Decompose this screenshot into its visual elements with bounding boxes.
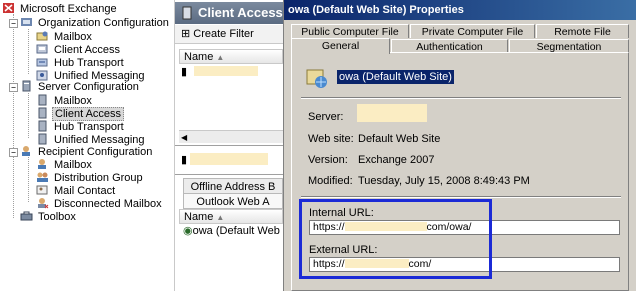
tree-server-mailbox[interactable]: Mailbox <box>36 94 94 108</box>
recipient-icon <box>20 145 33 157</box>
redacted-server-name <box>190 153 269 165</box>
hub-transport-icon <box>36 56 49 68</box>
tab-remote-file-servers[interactable]: Remote File Servers <box>536 24 629 52</box>
redacted-server-name <box>194 66 259 76</box>
sort-ascending-icon: ▲ <box>216 53 225 62</box>
web-site-globe-icon <box>306 67 328 92</box>
mailbox-icon <box>36 30 49 42</box>
virtual-directory-name: owa (Default Web Site) <box>337 70 454 84</box>
tab-public-computer-file-access[interactable]: Public Computer File Access <box>291 24 409 52</box>
mailbox-icon <box>36 158 49 170</box>
horizontal-scrollbar[interactable]: ◀ <box>179 130 283 143</box>
server-icon: ▮ <box>181 154 188 166</box>
divider <box>175 174 283 175</box>
toolbox-icon <box>20 210 33 222</box>
collapse-toggle[interactable]: − <box>9 148 18 157</box>
console-tree: Microsoft Exchange − Organization Config… <box>0 0 175 291</box>
tree-org-mailbox[interactable]: Mailbox <box>36 30 94 44</box>
modified-label: Modified: <box>308 175 353 187</box>
tab-outlook-web-access[interactable]: Outlook Web A <box>183 193 283 209</box>
sort-ascending-icon: ▲ <box>216 213 225 222</box>
separator <box>301 97 621 99</box>
disconnected-mailbox-icon <box>36 197 49 209</box>
collapse-toggle[interactable]: − <box>9 83 18 92</box>
tree-connector <box>28 29 29 74</box>
name-column-header[interactable]: Name ▲ <box>179 49 283 64</box>
separator <box>301 196 621 198</box>
unified-messaging-icon <box>36 133 49 145</box>
modified-value: Tuesday, July 15, 2008 8:49:43 PM <box>358 175 530 187</box>
tree-org-config[interactable]: Organization Configuration <box>20 16 171 30</box>
mailbox-icon <box>36 94 49 106</box>
result-pane-header: Client Access <box>175 2 283 24</box>
group-icon <box>36 171 49 183</box>
tree-server-client-access[interactable]: Client Access <box>36 107 125 121</box>
tree-connector <box>28 157 29 202</box>
web-site-value: Default Web Site <box>358 133 441 145</box>
url-highlight-box <box>299 199 492 279</box>
version-label: Version: <box>308 154 348 166</box>
web-site-icon: ◉ <box>183 225 193 237</box>
contact-icon <box>36 184 49 196</box>
tree-org-client-access[interactable]: Client Access <box>36 43 122 57</box>
tree-server-hub-transport[interactable]: Hub Transport <box>36 120 126 134</box>
tab-authentication[interactable]: Authentication <box>391 39 508 53</box>
selected-server-bar: ▮ <box>181 153 281 169</box>
server-icon: ▮ <box>181 66 188 78</box>
server-icon <box>20 80 33 92</box>
client-access-icon <box>36 43 49 55</box>
web-site-label: Web site: <box>308 133 354 145</box>
tree-recipient-distribution-group[interactable]: Distribution Group <box>36 171 145 185</box>
result-toolbar: ⊞ Create Filter <box>175 25 283 44</box>
dialog-title-bar[interactable]: owa (Default Web Site) Properties <box>284 0 636 20</box>
tree-connector <box>13 14 14 218</box>
filter-icon: ⊞ <box>181 28 191 40</box>
tab-segmentation[interactable]: Segmentation <box>509 39 629 53</box>
tab-general[interactable]: General <box>291 38 390 54</box>
version-value: Exchange 2007 <box>358 154 435 166</box>
tab-private-computer-file-access[interactable]: Private Computer File Access <box>410 24 535 52</box>
hub-transport-icon <box>36 120 49 132</box>
organization-icon <box>20 16 33 28</box>
scroll-left-icon: ◀ <box>181 133 188 142</box>
server-list-row[interactable]: ▮ <box>181 65 281 79</box>
tree-recipient-mail-contact[interactable]: Mail Contact <box>36 184 117 198</box>
exchange-icon <box>2 2 15 14</box>
tree-recipient-mailbox[interactable]: Mailbox <box>36 158 94 172</box>
create-filter-button[interactable]: Create Filter <box>193 28 254 40</box>
tree-toolbox[interactable]: Toolbox <box>20 210 78 224</box>
tree-connector <box>28 93 29 138</box>
tree-org-hub-transport[interactable]: Hub Transport <box>36 56 126 70</box>
name-column-header[interactable]: Name ▲ <box>179 209 283 224</box>
collapse-toggle[interactable]: − <box>9 19 18 28</box>
server-label: Server: <box>308 111 344 123</box>
server-icon <box>180 5 194 20</box>
tab-offline-address-book[interactable]: Offline Address B <box>183 178 283 194</box>
client-access-icon <box>36 107 49 119</box>
tree-recipient-config[interactable]: Recipient Configuration <box>20 145 154 159</box>
tree-server-config[interactable]: Server Configuration <box>20 80 141 94</box>
tree-recipient-disconnected-mailbox[interactable]: Disconnected Mailbox <box>36 197 164 211</box>
result-pane: Client Access ⊞ Create Filter Name ▲ ▮ ◀… <box>175 0 283 291</box>
tree-root-exchange[interactable]: Microsoft Exchange <box>2 2 119 16</box>
redacted-server-value <box>357 104 427 122</box>
pane-splitter[interactable] <box>175 145 283 146</box>
owa-list-row[interactable]: ◉owa (Default Web Site <box>183 224 283 238</box>
